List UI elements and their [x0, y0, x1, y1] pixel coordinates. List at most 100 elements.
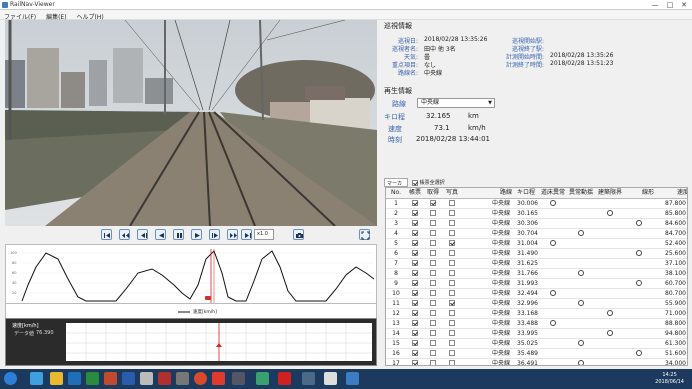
- form-checkbox[interactable]: [412, 320, 418, 326]
- railnav-taskbar-icon[interactable]: [346, 372, 359, 385]
- capture-checkbox[interactable]: [430, 360, 436, 365]
- photo-checkbox[interactable]: [449, 220, 455, 226]
- step-forward-button[interactable]: [209, 229, 220, 240]
- capture-checkbox[interactable]: [430, 290, 436, 296]
- reverse-play-button[interactable]: [155, 229, 166, 240]
- form-checkbox[interactable]: [412, 290, 418, 296]
- col-ballast[interactable]: 道床異常: [540, 188, 566, 199]
- form-checkbox[interactable]: [412, 250, 418, 256]
- form-checkbox[interactable]: [412, 200, 418, 206]
- photo-checkbox[interactable]: [449, 330, 455, 336]
- word-icon[interactable]: [122, 372, 135, 385]
- video-frame[interactable]: [5, 20, 377, 226]
- outlook-icon[interactable]: [68, 372, 81, 385]
- col-km[interactable]: キロ程: [512, 188, 540, 199]
- table-row[interactable]: 11 中央線 32.996 55.900: [386, 298, 687, 309]
- capture-checkbox[interactable]: [430, 240, 436, 246]
- form-checkbox[interactable]: [412, 350, 418, 356]
- app-icon-11[interactable]: [212, 372, 225, 385]
- form-checkbox[interactable]: [412, 300, 418, 306]
- photo-checkbox[interactable]: [449, 310, 455, 316]
- form-checkbox[interactable]: [412, 270, 418, 276]
- photo-checkbox[interactable]: [449, 260, 455, 266]
- table-row[interactable]: 4 中央線 30.704 84.700: [386, 228, 687, 239]
- table-row[interactable]: 2 中央線 30.165 85.800: [386, 208, 687, 219]
- form-checkbox[interactable]: [412, 280, 418, 286]
- speed-graph[interactable]: 100 80 60 40 20: [5, 244, 377, 304]
- col-clearance[interactable]: 建築限界: [596, 188, 624, 199]
- capture-checkbox[interactable]: [430, 270, 436, 276]
- start-icon[interactable]: [4, 372, 17, 385]
- form-checkbox[interactable]: [412, 210, 418, 216]
- form-checkbox[interactable]: [412, 330, 418, 336]
- form-checkbox[interactable]: [412, 240, 418, 246]
- form-checkbox[interactable]: [412, 340, 418, 346]
- form-checkbox[interactable]: [412, 310, 418, 316]
- app-icon-15[interactable]: [302, 372, 315, 385]
- fast-forward-button[interactable]: [227, 229, 238, 240]
- table-row[interactable]: 12 中央線 33.168 71.000: [386, 308, 687, 319]
- maximize-button[interactable]: □: [663, 0, 677, 10]
- ie-icon[interactable]: [30, 372, 43, 385]
- excel-icon[interactable]: [86, 372, 99, 385]
- col-capture[interactable]: 取得: [424, 188, 442, 199]
- table-row[interactable]: 16 中央線 35.489 51.600: [386, 348, 687, 359]
- stop-icon[interactable]: [278, 372, 291, 385]
- table-row[interactable]: 8 中央線 31.766 38.100: [386, 268, 687, 279]
- photo-checkbox[interactable]: [449, 270, 455, 276]
- tab-marker-list[interactable]: マーカーリスト: [384, 178, 408, 201]
- table-row[interactable]: 9 中央線 31.993 60.700: [386, 278, 687, 289]
- table-row[interactable]: 14 中央線 33.995 94.800: [386, 328, 687, 339]
- app-icon-16[interactable]: [324, 372, 337, 385]
- close-button[interactable]: ✕: [677, 0, 691, 10]
- form-checkbox[interactable]: [412, 260, 418, 266]
- skip-start-button[interactable]: [101, 229, 112, 240]
- photo-checkbox[interactable]: [449, 340, 455, 346]
- col-no[interactable]: No.: [386, 188, 406, 199]
- fast-rewind-button[interactable]: [119, 229, 130, 240]
- table-row[interactable]: 13 中央線 33.488 88.800: [386, 318, 687, 329]
- col-form[interactable]: 帳票: [406, 188, 424, 199]
- app-icon-13[interactable]: [256, 372, 269, 385]
- table-row[interactable]: 7 中央線 31.625 37.100: [386, 258, 687, 269]
- powerpoint-icon[interactable]: [104, 372, 117, 385]
- capture-checkbox[interactable]: [430, 250, 436, 256]
- detail-graph[interactable]: 速度[km/h] データ値 76.390: [5, 318, 377, 366]
- chrome-icon[interactable]: [194, 372, 207, 385]
- select-all-checkbox[interactable]: [412, 179, 418, 186]
- table-row[interactable]: 17 中央線 36.491 34.000: [386, 358, 687, 365]
- photo-checkbox[interactable]: [449, 290, 455, 296]
- photo-checkbox[interactable]: [449, 350, 455, 356]
- capture-checkbox[interactable]: [430, 260, 436, 266]
- minimize-button[interactable]: —: [648, 0, 662, 10]
- play-button[interactable]: [191, 229, 202, 240]
- capture-checkbox[interactable]: [430, 200, 436, 206]
- table-row[interactable]: 10 中央線 32.494 80.700: [386, 288, 687, 299]
- table-row[interactable]: 1 中央線 30.006 87.800: [386, 198, 687, 209]
- camera-icon[interactable]: [293, 229, 304, 240]
- photo-checkbox[interactable]: [449, 200, 455, 206]
- table-row[interactable]: 15 中央線 35.025 61.300: [386, 338, 687, 349]
- photo-checkbox[interactable]: [449, 210, 455, 216]
- capture-checkbox[interactable]: [430, 320, 436, 326]
- fullscreen-icon[interactable]: [359, 229, 370, 240]
- photo-checkbox[interactable]: [449, 320, 455, 326]
- photo-checkbox[interactable]: [449, 300, 455, 306]
- app-icon-7[interactable]: [140, 372, 153, 385]
- folder-icon[interactable]: [50, 372, 63, 385]
- form-checkbox[interactable]: [412, 360, 418, 365]
- photo-checkbox[interactable]: [449, 280, 455, 286]
- col-alignment[interactable]: 線形: [624, 188, 654, 199]
- capture-checkbox[interactable]: [430, 330, 436, 336]
- step-back-button[interactable]: [137, 229, 148, 240]
- col-speed[interactable]: 速度: [654, 188, 687, 199]
- col-photo[interactable]: 写真: [442, 188, 462, 199]
- capture-checkbox[interactable]: [430, 220, 436, 226]
- app-icon-12[interactable]: [232, 372, 245, 385]
- col-sway[interactable]: 異常動揺: [566, 188, 596, 199]
- app-icon-9[interactable]: [176, 372, 189, 385]
- system-clock[interactable]: 14:25 2018/06/14: [655, 372, 684, 386]
- table-row[interactable]: 3 中央線 30.306 84.600: [386, 218, 687, 229]
- route-select[interactable]: 中央線 ▼: [417, 98, 495, 108]
- capture-checkbox[interactable]: [430, 210, 436, 216]
